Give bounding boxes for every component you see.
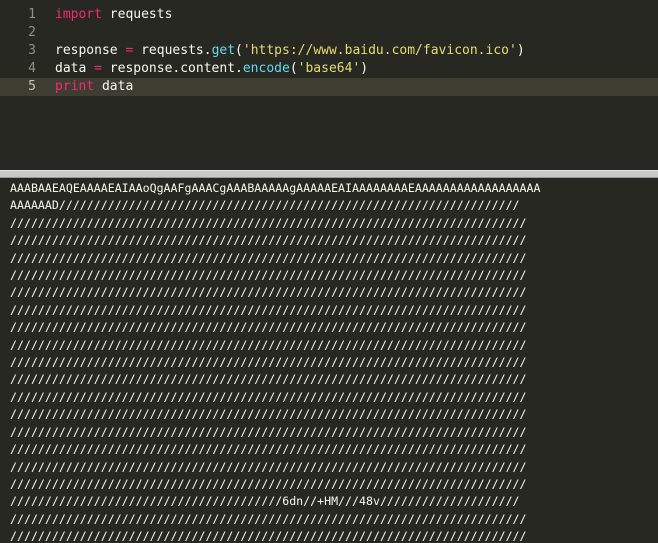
code-token: print <box>55 79 95 94</box>
code-text[interactable]: data = response.content.encode('base64') <box>55 60 368 78</box>
line-number: 3 <box>28 43 36 58</box>
console-output-line: ////////////////////////////////////////… <box>10 355 527 370</box>
console-output-line: ////////////////////////////////////////… <box>10 233 527 248</box>
code-token: requests <box>101 7 173 22</box>
line-number: 1 <box>28 7 36 22</box>
code-token: ) <box>516 43 525 58</box>
code-line[interactable]: 4 data = response.content.encode('base64'… <box>0 60 658 78</box>
code-text[interactable]: response = requests.get('https://www.bai… <box>55 42 525 60</box>
code-token: 'base64' <box>297 61 361 76</box>
line-number: 2 <box>28 25 36 40</box>
code-text[interactable]: import requests <box>55 6 172 24</box>
console-output-line: ///////////////////////////////////////6… <box>10 494 520 509</box>
console-output-line: ////////////////////////////////////////… <box>10 215 527 230</box>
code-line[interactable]: 5 print data <box>0 78 658 96</box>
line-number: 4 <box>28 61 36 76</box>
console-output-line: ////////////////////////////////////////… <box>10 389 527 404</box>
console-output-line: ////////////////////////////////////////… <box>10 268 527 283</box>
code-token: 'https://www.baidu.com/favicon.ico' <box>242 43 517 58</box>
code-token: ( <box>235 43 243 58</box>
code-token: ( <box>289 61 298 76</box>
code-editor[interactable]: 1 import requests 2 3 response = requests.ge… <box>0 0 658 170</box>
console-output-line: ////////////////////////////////////////… <box>10 285 527 300</box>
console-output-line: ////////////////////////////////////////… <box>10 424 527 439</box>
line-number: 5 <box>28 79 36 94</box>
code-token: requests. <box>133 43 212 58</box>
code-token: response.content. <box>101 61 243 76</box>
code-token: encode <box>242 61 290 76</box>
panel-splitter[interactable] <box>0 170 658 178</box>
console-output-line: ////////////////////////////////////////… <box>10 459 527 474</box>
console-output-line: ////////////////////////////////////////… <box>10 442 527 457</box>
code-token: = <box>94 61 102 76</box>
code-token: ) <box>360 61 369 76</box>
console-output-line: ////////////////////////////////////////… <box>10 407 527 422</box>
console-output-line: ////////////////////////////////////////… <box>10 337 527 352</box>
console-output-text: AAABAAEAQEAAAAEAIAAoQgAAFgAAACgAAABAAAAA… <box>10 180 650 543</box>
code-token: import <box>55 7 102 22</box>
console-output-line: ////////////////////////////////////////… <box>10 529 527 543</box>
console-output-line: ////////////////////////////////////////… <box>10 250 527 265</box>
console-output-line: AAABAAEAQEAAAAEAIAAoQgAAFgAAACgAAABAAAAA… <box>10 181 541 195</box>
code-token: response <box>55 43 126 58</box>
console-output-line: AAAAAAD/////////////////////////////////… <box>10 198 520 213</box>
console-output-line: ////////////////////////////////////////… <box>10 511 527 526</box>
code-token: data <box>94 79 134 94</box>
console-output-line: ////////////////////////////////////////… <box>10 476 527 491</box>
code-token: data <box>55 61 95 76</box>
code-line[interactable]: 3 response = requests.get('https://www.ba… <box>0 42 658 60</box>
console-output-line: ////////////////////////////////////////… <box>10 320 527 335</box>
console-output-line: ////////////////////////////////////////… <box>10 372 527 387</box>
code-token: get <box>211 43 236 58</box>
console-output-line: ////////////////////////////////////////… <box>10 302 527 317</box>
code-text[interactable]: print data <box>55 78 133 96</box>
output-console[interactable]: AAABAAEAQEAAAAEAIAAoQgAAFgAAACgAAABAAAAA… <box>0 178 658 543</box>
code-line[interactable]: 2 <box>0 24 658 42</box>
code-line[interactable]: 1 import requests <box>0 6 658 24</box>
